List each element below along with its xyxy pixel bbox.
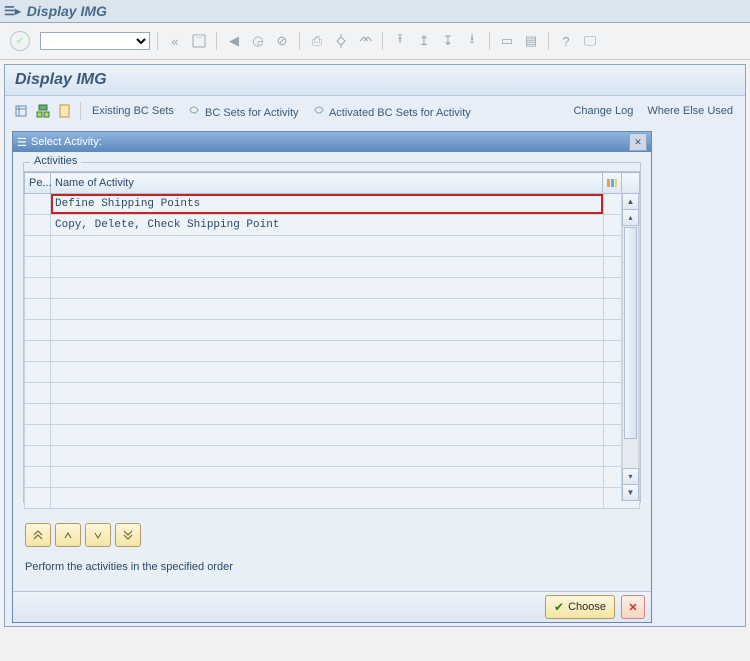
back-round-icon[interactable]: ◀ [224,31,244,51]
first-record-button[interactable] [25,523,51,547]
col-name[interactable]: Name of Activity [51,173,604,194]
command-field[interactable] [40,32,150,50]
help-icon[interactable]: ? [556,31,576,51]
activated-bcsets-link[interactable]: Activated BC Sets for Activity [307,104,477,119]
tree-icon[interactable] [33,101,53,121]
prev-record-button[interactable] [55,523,81,547]
dialog-icon: ☰ [17,136,27,149]
table-row[interactable] [25,299,640,320]
settings-icon[interactable]: 🖵 [580,31,600,51]
new-session-icon[interactable]: ▭ [497,31,517,51]
table-row[interactable] [25,404,640,425]
table-row[interactable] [25,362,640,383]
find-icon[interactable] [331,31,351,51]
cancel-button[interactable]: ✕ [621,595,645,619]
choose-button[interactable]: ✔ Choose [545,595,615,619]
scroll-up-icon[interactable]: ▲ [622,193,639,210]
where-else-link[interactable]: Where Else Used [641,105,739,117]
table-row[interactable]: Copy, Delete, Check Shipping Point [25,215,640,236]
check-icon: ✔ [554,600,564,614]
select-activity-dialog: ☰ Select Activity: ✕ Activities Pe... Na… [12,131,652,623]
layout-icon[interactable]: ▤ [521,31,541,51]
last-record-button[interactable] [115,523,141,547]
table-row[interactable] [25,320,640,341]
instruction-text: Perform the activities in the specified … [25,561,639,573]
scroll-down-icon[interactable]: ▼ [622,485,639,501]
next-page-icon[interactable]: ↧ [438,31,458,51]
close-icon[interactable]: ✕ [629,133,647,151]
back-icon[interactable]: « [165,31,185,51]
find-next-icon[interactable] [355,31,375,51]
group-title: Activities [30,155,81,167]
activities-table: Pe... Name of Activity Define Shipping P… [24,172,640,509]
window-title: Display IMG [27,3,107,19]
scroll-end-icon[interactable]: ▾ [622,468,639,485]
doc-icon[interactable] [55,101,75,121]
table-row[interactable] [25,341,640,362]
first-page-icon[interactable]: ⭱ [390,31,410,51]
app-toolbar: ✔ « ◀ ◶ ⊘ ⎙ ⭱ ↥ ↧ ⭳ ▭ ▤ ? 🖵 [0,23,750,60]
cancel-round-icon[interactable]: ⊘ [272,31,292,51]
table-row[interactable]: Define Shipping Points [25,194,640,215]
col-pe[interactable]: Pe... [25,173,51,194]
panel: Display IMG Existing BC Sets BC Sets for… [4,64,746,627]
table-row[interactable] [25,425,640,446]
next-record-button[interactable] [85,523,111,547]
panel-title: Display IMG [5,65,745,96]
window-menu-icon[interactable]: ☰▸ [4,4,21,18]
table-row[interactable] [25,467,640,488]
panel-toolbar: Existing BC Sets BC Sets for Activity Ac… [5,96,745,126]
table-scrollbar[interactable]: ▲ ▴ ▾ ▼ [621,193,639,501]
scroll-home-icon[interactable]: ▴ [622,210,639,226]
table-row[interactable] [25,278,640,299]
up-round-icon[interactable]: ◶ [248,31,268,51]
print-icon[interactable]: ⎙ [307,31,327,51]
change-log-link[interactable]: Change Log [567,105,639,117]
existing-bcsets-link[interactable]: Existing BC Sets [86,105,180,117]
enter-icon[interactable]: ✔ [10,31,30,51]
table-row[interactable] [25,446,640,467]
bcsets-activity-link[interactable]: BC Sets for Activity [182,104,305,119]
last-page-icon[interactable]: ⭳ [462,31,482,51]
table-row[interactable] [25,257,640,278]
dialog-title: Select Activity: [31,136,102,148]
table-row[interactable] [25,488,640,509]
prev-page-icon[interactable]: ↥ [414,31,434,51]
save-icon[interactable] [189,31,209,51]
table-row[interactable] [25,383,640,404]
expand-icon[interactable] [11,101,31,121]
configure-columns-icon[interactable] [602,172,622,194]
table-row[interactable] [25,236,640,257]
